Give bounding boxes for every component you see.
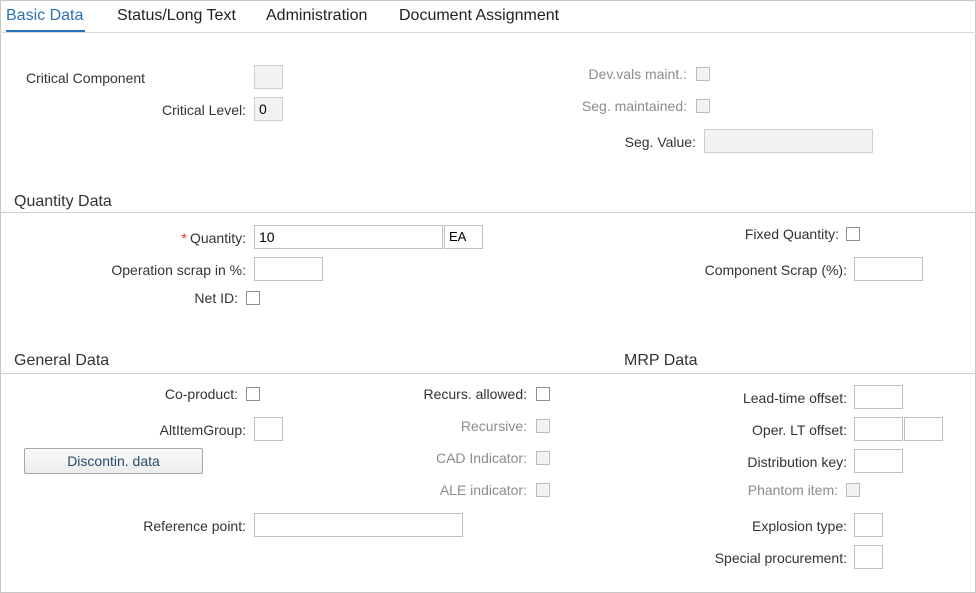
co-product-checkbox[interactable] bbox=[246, 387, 260, 401]
reference-point-input[interactable] bbox=[254, 513, 463, 537]
quantity-label-text: Quantity: bbox=[189, 230, 246, 246]
distribution-key-label: Distribution key: bbox=[747, 454, 847, 470]
quantity-data-divider bbox=[0, 212, 976, 213]
operation-scrap-label: Operation scrap in %: bbox=[111, 262, 246, 278]
seg-value-field[interactable] bbox=[704, 129, 873, 153]
ale-indicator-label: ALE indicator: bbox=[439, 482, 527, 498]
explosion-type-label: Explosion type: bbox=[752, 518, 847, 534]
special-procurement-label: Special procurement: bbox=[714, 550, 847, 566]
tab-document-assignment[interactable]: Document Assignment bbox=[399, 7, 559, 25]
oper-lt-offset-unit-input[interactable] bbox=[904, 417, 943, 441]
critical-component-label: Critical Component bbox=[26, 70, 146, 86]
mrp-data-divider bbox=[610, 373, 976, 374]
fixed-quantity-checkbox[interactable] bbox=[846, 227, 860, 241]
net-id-checkbox[interactable] bbox=[246, 291, 260, 305]
net-id-label: Net ID: bbox=[194, 290, 238, 306]
explosion-type-input[interactable] bbox=[854, 513, 883, 537]
dev-vals-maint-label: Dev.vals maint.: bbox=[588, 66, 687, 82]
reference-point-label: Reference point: bbox=[143, 518, 246, 534]
fixed-quantity-label: Fixed Quantity: bbox=[744, 226, 839, 242]
seg-value-label: Seg. Value: bbox=[624, 134, 696, 150]
cad-indicator-label: CAD Indicator: bbox=[435, 450, 527, 466]
recurs-allowed-label: Recurs. allowed: bbox=[423, 386, 528, 402]
tab-status-long-text[interactable]: Status/Long Text bbox=[117, 7, 236, 25]
critical-level-label: Critical Level: bbox=[161, 102, 246, 118]
quantity-label: * Quantity: bbox=[182, 230, 246, 246]
oper-lt-offset-input[interactable] bbox=[854, 417, 903, 441]
form-frame bbox=[0, 0, 976, 593]
alt-item-group-input[interactable] bbox=[254, 417, 283, 441]
tab-basic-data[interactable]: Basic Data bbox=[6, 7, 83, 25]
lead-time-offset-input[interactable] bbox=[854, 385, 903, 409]
distribution-key-input[interactable] bbox=[854, 449, 903, 473]
critical-component-field[interactable] bbox=[254, 65, 283, 89]
seg-maintained-checkbox[interactable] bbox=[696, 99, 710, 113]
dev-vals-maint-checkbox[interactable] bbox=[696, 67, 710, 81]
alt-item-group-label: AltItemGroup: bbox=[159, 422, 246, 438]
quantity-input[interactable]: 10 bbox=[254, 225, 443, 249]
tab-administration[interactable]: Administration bbox=[266, 7, 367, 25]
co-product-label: Co-product: bbox=[164, 386, 238, 402]
component-scrap-label: Component Scrap (%): bbox=[704, 262, 847, 278]
unit-input[interactable]: EA bbox=[444, 225, 483, 249]
recurs-allowed-checkbox[interactable] bbox=[536, 387, 550, 401]
special-procurement-input[interactable] bbox=[854, 545, 883, 569]
oper-lt-offset-label: Oper. LT offset: bbox=[752, 422, 847, 438]
component-scrap-input[interactable] bbox=[854, 257, 923, 281]
phantom-item-checkbox[interactable] bbox=[846, 483, 860, 497]
general-data-divider bbox=[0, 373, 610, 374]
recursive-checkbox[interactable] bbox=[536, 419, 550, 433]
critical-level-field[interactable]: 0 bbox=[254, 97, 283, 121]
operation-scrap-input[interactable] bbox=[254, 257, 323, 281]
active-tab-indicator bbox=[6, 30, 85, 32]
cad-indicator-checkbox[interactable] bbox=[536, 451, 550, 465]
seg-maintained-label: Seg. maintained: bbox=[581, 98, 687, 114]
tab-bar-divider bbox=[0, 32, 976, 33]
quantity-data-title: Quantity Data bbox=[14, 193, 112, 210]
mrp-data-title: MRP Data bbox=[624, 352, 698, 369]
recursive-label: Recursive: bbox=[460, 418, 527, 434]
required-marker: * bbox=[181, 230, 187, 246]
discontin-data-button[interactable]: Discontin. data bbox=[24, 448, 203, 474]
ale-indicator-checkbox[interactable] bbox=[536, 483, 550, 497]
phantom-item-label: Phantom item: bbox=[747, 482, 838, 498]
lead-time-offset-label: Lead-time offset: bbox=[742, 390, 847, 406]
general-data-title: General Data bbox=[14, 352, 110, 369]
